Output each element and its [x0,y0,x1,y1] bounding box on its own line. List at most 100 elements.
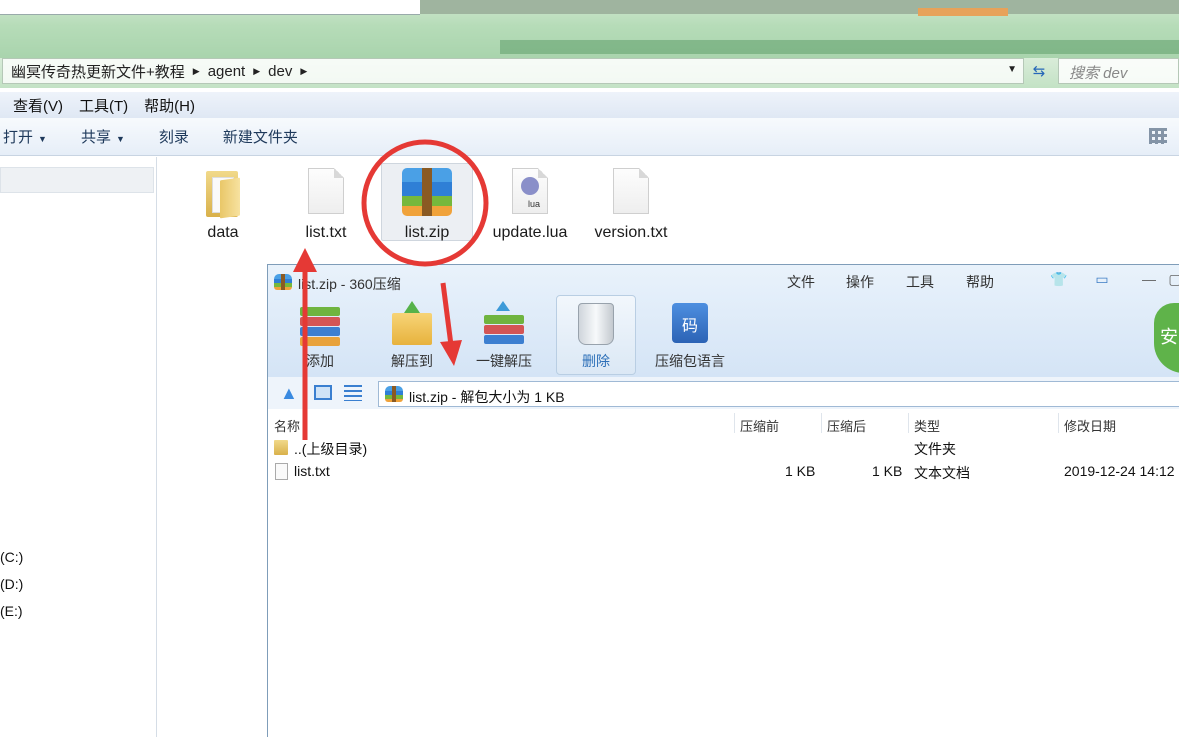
navigation-pane: (C:) (D:) (E:) [0,157,157,737]
file-name: list.txt [305,224,347,241]
column-size-before[interactable]: 压缩前 [740,416,779,435]
zip-menu-tools[interactable]: 工具 [906,272,934,292]
code-page-icon: 码 [668,301,712,347]
row-date: 2019-12-24 14:12 [1064,463,1175,479]
minimize-icon[interactable]: — [1138,269,1160,289]
zip-app-icon [274,274,292,290]
zip-menu-file[interactable]: 文件 [787,272,815,292]
maximize-icon[interactable]: ▢ [1164,269,1179,289]
thumbnail-view-icon[interactable] [314,385,332,400]
column-divider[interactable] [1058,413,1059,433]
chevron-right-icon[interactable]: ▶ [300,66,307,77]
column-name[interactable]: 名称 [274,416,300,435]
file-item-update-lua[interactable]: lua update.lua [482,168,578,242]
column-type[interactable]: 类型 [914,416,940,435]
file-name: list.zip [404,224,450,241]
one-click-extract-button[interactable]: 一键解压 [464,301,544,371]
share-button[interactable]: 共享 ▼ [81,126,125,147]
menu-bar: 查看(V) 工具(T) 帮助(H) [0,92,1179,118]
command-bar: 打开 ▼ 共享 ▼ 刻录 新建文件夹 [0,118,1179,156]
extract-to-label: 解压到 [391,353,433,369]
row-type: 文本文档 [914,465,970,481]
drive-c[interactable]: (C:) [0,549,23,565]
archive-language-label: 压缩包语言 [655,353,725,369]
extract-to-button[interactable]: 解压到 [372,301,452,371]
open-button[interactable]: 打开 ▼ [3,126,47,147]
menu-view[interactable]: 查看(V) [13,95,63,116]
address-row: 幽冥传奇热更新文件+教程 ▶ agent ▶ dev ▶ ▼ ⇆ 搜索 dev [0,58,1179,88]
add-label: 添加 [306,353,334,369]
table-row[interactable]: ..(上级目录) 文件夹 [268,437,1179,459]
folder-icon [198,168,248,219]
new-folder-button[interactable]: 新建文件夹 [223,126,298,147]
drive-e[interactable]: (E:) [0,603,23,619]
column-date[interactable]: 修改日期 [1064,416,1116,435]
zip-menu-action[interactable]: 操作 [846,272,874,292]
folder-icon [274,440,288,455]
list-view-icon[interactable] [344,385,362,401]
column-divider[interactable] [908,413,909,433]
nav-selected-item[interactable] [0,167,154,193]
file-item-data[interactable]: data [175,168,271,242]
background-window-edge [0,0,420,15]
add-button[interactable]: 添加 [280,301,360,371]
file-item-list-txt[interactable]: list.txt [278,168,374,242]
shield-label: 安 [1160,327,1178,347]
row-type: 文件夹 [914,441,956,457]
zip-file-list: 名称 压缩前 压缩后 类型 修改日期 ..(上级目录) 文件夹 list.txt… [268,411,1179,737]
zip-title-bar: list.zip - 360压缩 文件 操作 工具 帮助 👕 ▭ — ▢ 安 添… [268,265,1179,377]
burn-button[interactable]: 刻录 [159,126,189,147]
zip-archive-icon [402,168,452,218]
refresh-icon[interactable]: ⇆ [1026,60,1052,82]
menu-tools[interactable]: 工具(T) [79,95,128,116]
one-click-extract-icon [482,301,526,347]
chevron-right-icon[interactable]: ▶ [193,66,200,77]
lua-file-icon: lua [505,168,555,218]
address-bar[interactable]: 幽冥传奇热更新文件+教程 ▶ agent ▶ dev ▶ ▼ [2,58,1024,84]
menu-help[interactable]: 帮助(H) [144,95,195,116]
breadcrumb-item[interactable]: agent [208,63,246,80]
skin-icon[interactable]: 👕 [1048,269,1070,289]
delete-button[interactable]: 删除 [556,301,636,371]
chevron-down-icon: ▼ [38,134,47,144]
file-name: data [207,224,239,241]
row-name: list.txt [294,463,330,479]
drive-d[interactable]: (D:) [0,576,23,592]
background-window-bar [500,40,1179,54]
file-name: version.txt [594,224,668,241]
background-window-strip [0,0,1179,58]
zip-window: list.zip - 360压缩 文件 操作 工具 帮助 👕 ▭ — ▢ 安 添… [267,264,1179,737]
chevron-right-icon[interactable]: ▶ [253,66,260,77]
view-options-icon[interactable] [1149,128,1167,144]
zip-menu-help[interactable]: 帮助 [966,272,994,292]
column-size-after[interactable]: 压缩后 [827,416,866,435]
zip-window-title: list.zip - 360压缩 [298,276,401,292]
zip-address-row: ▲ list.zip - 解包大小为 1 KB [268,377,1179,409]
breadcrumb-item[interactable]: dev [268,63,292,80]
breadcrumb-item[interactable]: 幽冥传奇热更新文件+教程 [11,61,185,82]
chevron-down-icon[interactable]: ▼ [1007,64,1017,75]
column-headers: 名称 压缩前 压缩后 类型 修改日期 [268,411,1179,435]
search-input[interactable]: 搜索 dev [1058,58,1179,84]
trash-icon [574,301,618,347]
zip-archive-icon [385,386,403,402]
file-name: update.lua [492,224,568,241]
up-arrow-icon[interactable]: ▲ [280,383,298,404]
column-divider[interactable] [734,413,735,433]
security-shield-icon[interactable]: 安 [1154,303,1179,373]
zip-path-text: list.zip - 解包大小为 1 KB [409,389,565,405]
add-archive-icon [298,301,342,347]
file-item-list-zip[interactable]: list.zip [379,168,475,242]
taskbar-highlight [918,8,1008,16]
extract-folder-icon [390,301,434,347]
text-file-icon [606,168,656,218]
share-label: 共享 [80,129,111,146]
text-file-icon [301,168,351,218]
archive-language-button[interactable]: 码 压缩包语言 [648,301,732,371]
column-divider[interactable] [821,413,822,433]
row-size-after: 1 KB [872,463,903,479]
file-item-version-txt[interactable]: version.txt [583,168,679,242]
feedback-icon[interactable]: ▭ [1091,269,1113,289]
table-row[interactable]: list.txt 1 KB 1 KB 文本文档 2019-12-24 14:12 [268,461,1179,483]
zip-path-bar[interactable]: list.zip - 解包大小为 1 KB [378,381,1179,407]
